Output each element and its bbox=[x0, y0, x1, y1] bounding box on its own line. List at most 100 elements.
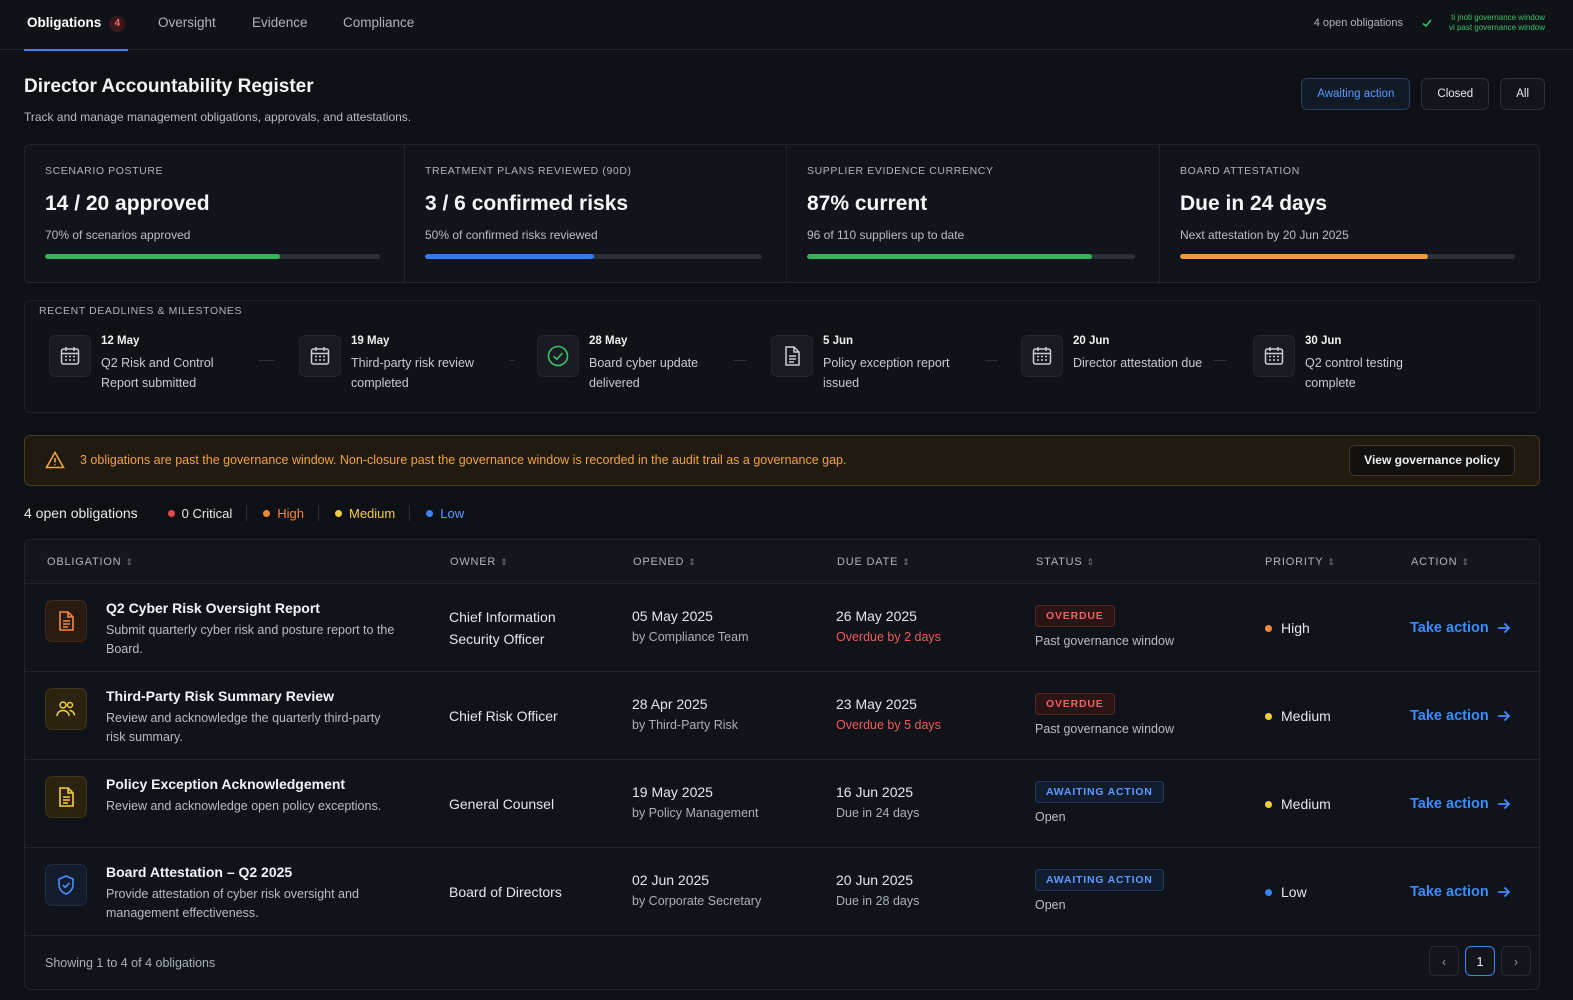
tab-oversight[interactable]: Oversight bbox=[158, 0, 216, 50]
priority: Low bbox=[1265, 848, 1307, 936]
column-header-label: ACTION bbox=[1411, 556, 1458, 568]
due-status: Overdue by 2 days bbox=[836, 630, 941, 644]
status-line: vi past governance window bbox=[1448, 23, 1545, 32]
users-icon bbox=[45, 688, 87, 730]
obligation-title[interactable]: Q2 Cyber Risk Oversight Report bbox=[106, 600, 320, 616]
action-label: Take action bbox=[1410, 884, 1489, 900]
kpi-progress-fill bbox=[45, 254, 280, 259]
column-header-due-date[interactable]: DUE DATE ⇕ bbox=[837, 556, 911, 568]
column-header-priority[interactable]: PRIORITY ⇕ bbox=[1265, 556, 1336, 568]
summary-high[interactable]: High bbox=[263, 505, 319, 521]
kpi-description: 96 of 110 suppliers up to date bbox=[807, 228, 965, 242]
table-row[interactable]: Policy Exception Acknowledgement Review … bbox=[25, 760, 1539, 848]
check-circle-icon bbox=[537, 335, 579, 377]
kpi-value: 3 / 6 confirmed risks bbox=[425, 192, 629, 215]
owner: Board of Directors bbox=[449, 884, 562, 900]
shield-check-icon bbox=[45, 864, 87, 906]
arrow-right-icon bbox=[1497, 798, 1510, 810]
obligation-description: Review and acknowledge open policy excep… bbox=[106, 799, 382, 813]
column-header-status[interactable]: STATUS ⇕ bbox=[1036, 556, 1095, 568]
top-nav: Obligations 4 Oversight Evidence Complian… bbox=[0, 0, 1573, 51]
filter-all[interactable]: All bbox=[1500, 78, 1545, 110]
tab-label: Obligations bbox=[27, 15, 102, 30]
opened-by: by Corporate Secretary bbox=[632, 894, 762, 908]
page-button[interactable]: 1 bbox=[1465, 946, 1495, 976]
owner: Chief Risk Officer bbox=[449, 708, 558, 724]
table-row[interactable]: Third-Party Risk Summary Review Review a… bbox=[25, 672, 1539, 760]
summary-medium-label: Medium bbox=[348, 505, 396, 521]
calendar-icon bbox=[299, 335, 341, 377]
sort-icon: ⇕ bbox=[902, 557, 911, 567]
view-governance-policy-button[interactable]: View governance policy bbox=[1349, 445, 1515, 476]
milestone-text: Policy exception report issued bbox=[823, 356, 950, 390]
kpi-progress-bar bbox=[807, 254, 1135, 259]
opened-date: 02 Jun 2025 bbox=[632, 872, 710, 888]
column-header-owner[interactable]: OWNER ⇕ bbox=[450, 556, 509, 568]
next-page-button[interactable]: › bbox=[1501, 946, 1531, 976]
tab-evidence[interactable]: Evidence bbox=[252, 0, 308, 50]
due-status: Due in 24 days bbox=[836, 806, 920, 820]
due-date: 16 Jun 2025 bbox=[836, 784, 914, 800]
table-row[interactable]: Q2 Cyber Risk Oversight Report Submit qu… bbox=[25, 584, 1539, 672]
priority-label: Medium bbox=[1281, 708, 1331, 724]
milestone-divider bbox=[259, 360, 275, 361]
filter-closed[interactable]: Closed bbox=[1421, 78, 1490, 110]
kpi-value: 87% current bbox=[807, 192, 928, 215]
pagination-summary: Showing 1 to 4 of 4 obligations bbox=[45, 956, 216, 970]
report-icon bbox=[45, 600, 87, 642]
kpi-card: Supplier Evidence Currency 87% current 9… bbox=[787, 145, 1160, 282]
action-label: Take action bbox=[1410, 796, 1489, 812]
column-header-obligation[interactable]: OBLIGATION ⇕ bbox=[47, 556, 134, 568]
filter-awaiting-action[interactable]: Awaiting action bbox=[1301, 78, 1411, 110]
milestones-panel: RECENT DEADLINES & MILESTONES 12 May Q2 … bbox=[24, 300, 1540, 413]
kpi-description: 50% of confirmed risks reviewed bbox=[425, 228, 598, 242]
priority: Medium bbox=[1265, 672, 1331, 760]
take-action-link[interactable]: Take action bbox=[1410, 760, 1511, 848]
calendar-icon bbox=[49, 335, 91, 377]
sort-icon: ⇕ bbox=[1086, 557, 1095, 567]
kpi-label: Treatment Plans Reviewed (90D) bbox=[425, 165, 632, 177]
obligation-title[interactable]: Board Attestation – Q2 2025 bbox=[106, 864, 292, 880]
high-dot-icon bbox=[263, 509, 271, 517]
kpi-progress-fill bbox=[425, 254, 594, 259]
status-badge: AWAITING ACTION bbox=[1035, 869, 1164, 891]
sort-icon: ⇕ bbox=[688, 557, 697, 567]
summary-low[interactable]: Low bbox=[426, 505, 478, 521]
kpi-progress-fill bbox=[1180, 254, 1428, 259]
take-action-link[interactable]: Take action bbox=[1410, 584, 1511, 672]
open-obligations-count: 4 open obligations bbox=[1313, 17, 1403, 29]
milestone-date: 5 Jun bbox=[823, 335, 854, 347]
milestone-date: 30 Jun bbox=[1305, 335, 1342, 347]
tab-compliance[interactable]: Compliance bbox=[343, 0, 414, 50]
arrow-right-icon bbox=[1497, 886, 1510, 898]
arrow-right-icon bbox=[1497, 622, 1510, 634]
obligation-title[interactable]: Policy Exception Acknowledgement bbox=[106, 776, 345, 792]
kpi-label: Supplier Evidence Currency bbox=[807, 165, 994, 177]
obligation-title[interactable]: Third-Party Risk Summary Review bbox=[106, 688, 334, 704]
summary-critical[interactable]: 0 Critical bbox=[167, 505, 248, 521]
take-action-link[interactable]: Take action bbox=[1410, 848, 1511, 936]
calendar-icon bbox=[1021, 335, 1063, 377]
status-badge: OVERDUE bbox=[1035, 605, 1115, 627]
tab-obligations[interactable]: Obligations 4 bbox=[23, 0, 129, 51]
kpi-description: 70% of scenarios approved bbox=[45, 228, 191, 242]
table-header: OBLIGATION ⇕ OWNER ⇕ OPENED ⇕ DUE DATE ⇕ STA… bbox=[25, 540, 1539, 584]
critical-dot-icon bbox=[167, 509, 175, 517]
summary-medium[interactable]: Medium bbox=[334, 505, 411, 521]
kpi-description: Next attestation by 20 Jun 2025 bbox=[1180, 228, 1349, 242]
milestone-date: 12 May bbox=[101, 335, 140, 347]
kpi-card: Scenario Posture 14 / 20 approved 70% of… bbox=[25, 145, 405, 282]
column-header-opened[interactable]: OPENED ⇕ bbox=[633, 556, 697, 568]
owner: Chief Information Security Officer bbox=[449, 609, 556, 647]
column-header-action[interactable]: ACTION ⇕ bbox=[1411, 556, 1470, 568]
priority: High bbox=[1265, 584, 1310, 672]
table-row[interactable]: Board Attestation – Q2 2025 Provide atte… bbox=[25, 848, 1539, 936]
due-status: Overdue by 5 days bbox=[836, 718, 941, 732]
calendar-icon bbox=[1253, 335, 1295, 377]
previous-page-button[interactable]: ‹ bbox=[1429, 946, 1459, 976]
status-detail: Past governance window bbox=[1035, 634, 1174, 648]
kpi-summary: Scenario Posture 14 / 20 approved 70% of… bbox=[24, 144, 1540, 283]
table-footer: Showing 1 to 4 of 4 obligations ‹ 1 › bbox=[25, 936, 1539, 989]
priority-dot-icon bbox=[1265, 712, 1272, 720]
take-action-link[interactable]: Take action bbox=[1410, 672, 1511, 760]
